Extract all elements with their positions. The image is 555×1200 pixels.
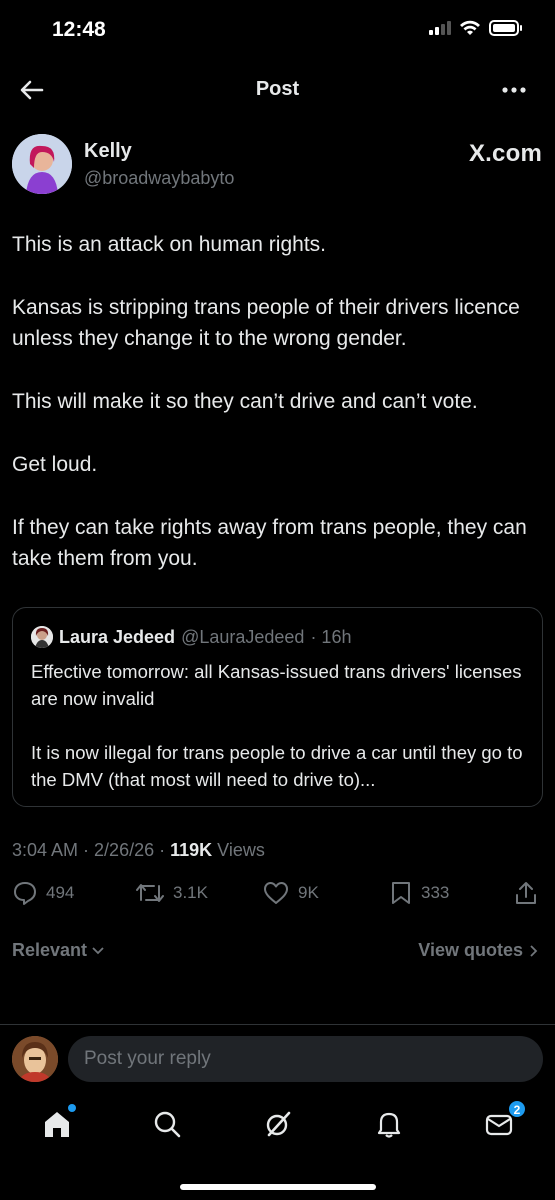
current-user-avatar[interactable] [12,1036,58,1082]
chevron-down-icon [92,946,104,954]
quoted-post-body: Effective tomorrow: all Kansas-issued tr… [31,658,531,820]
tab-notifications[interactable] [374,1108,406,1140]
repost-count: 3.1K [173,883,208,902]
quoted-post[interactable]: Laura Jedeed @LauraJedeed · 16h Effectiv… [12,607,543,807]
views-count: 119K [170,840,213,860]
chevron-right-icon [530,944,538,957]
post-paragraph: This is an attack on human rights. [12,233,326,256]
author-avatar[interactable] [12,134,72,194]
cellular-signal-icon [429,21,451,35]
tab-search[interactable] [152,1108,184,1140]
avatar-image [12,134,72,194]
quoted-author-avatar [31,626,53,648]
repost-icon [136,884,164,902]
post-header: Post [0,64,555,116]
home-icon [45,1112,69,1137]
like-icon [264,882,288,904]
author-handle[interactable]: @broadwaybabyto [84,168,234,189]
views-label[interactable]: Views [217,840,265,860]
reply-icon [14,882,36,905]
status-time: 12:48 [52,18,106,41]
bookmark-button[interactable]: 333 [389,880,449,906]
bookmark-count: 333 [421,883,450,902]
tab-grok[interactable] [263,1108,295,1140]
page-title: Post [255,78,300,100]
share-button[interactable] [514,880,538,906]
wifi-icon [460,20,480,35]
divider [0,1024,555,1025]
share-icon [516,882,536,904]
post-paragraph: If they can take rights away from trans … [12,516,527,570]
notification-dot [68,1104,76,1112]
post-date: 2/26/26 [94,840,155,860]
action-bar: 494 3.1K 9K 333 [0,880,555,914]
battery-icon [489,20,522,36]
quoted-post-time: · 16h [310,626,352,647]
avatar-image [12,1036,58,1082]
replies-sort-dropdown[interactable]: Relevant [12,940,105,961]
post-paragraph: This will make it so they can’t drive an… [12,390,478,413]
messages-badge: 2 [508,1100,526,1118]
grok-icon [266,1111,291,1137]
post-body: This is an attack on human rights. Kansa… [12,229,547,606]
post-paragraph: Kansas is stripping trans people of thei… [12,296,520,350]
like-count: 9K [298,883,319,902]
quoted-paragraph: It is now illegal for trans people to dr… [31,742,523,790]
search-icon [154,1111,181,1138]
view-quotes-label: View quotes [418,940,523,960]
tab-messages[interactable]: 2 [484,1100,526,1140]
reply-button[interactable]: 494 [12,880,74,906]
like-button[interactable]: 9K [262,880,319,906]
reply-input[interactable]: Post your reply [68,1036,543,1082]
author-name[interactable]: Kelly [84,140,132,163]
view-quotes-link[interactable]: View quotes [418,940,539,961]
post-time: 3:04 AM [12,840,79,860]
post-author: Kelly @broadwaybabyto X.com [12,132,542,196]
quoted-author-name: Laura Jedeed [59,626,176,647]
bottom-tab-bar: 2 [0,1100,555,1150]
status-icons [429,20,522,36]
more-icon [502,87,526,93]
post-meta: 3:04 AM · 2/26/26 · 119K Views [12,840,265,860]
repost-button[interactable]: 3.1K [135,880,208,906]
tab-home[interactable] [42,1104,76,1140]
more-button[interactable] [499,78,529,102]
quoted-post-header: Laura Jedeed @LauraJedeed · 16h [31,626,351,648]
quoted-author-handle: @LauraJedeed [181,626,305,647]
quoted-paragraph: Effective tomorrow: all Kansas-issued tr… [31,661,522,709]
post-paragraph: Get loud. [12,453,98,476]
bookmark-icon [392,882,410,904]
notifications-icon [377,1112,401,1138]
watermark: X.com [468,140,542,167]
replies-sort-label: Relevant [12,940,88,960]
reply-count: 494 [46,883,75,902]
avatar-image [31,626,53,648]
home-indicator [180,1184,376,1190]
status-bar: 12:48 [0,0,555,64]
